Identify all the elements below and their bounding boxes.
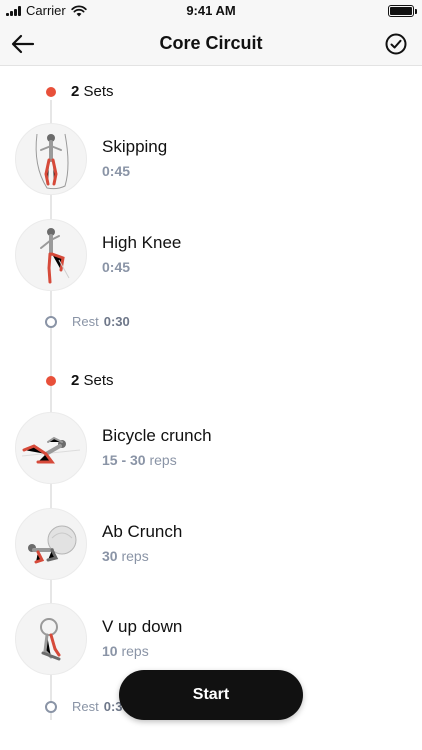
exercise-thumbnail xyxy=(15,412,87,484)
set-header: 2 Sets xyxy=(0,80,422,104)
set-header: 2 Sets xyxy=(0,369,422,393)
exercise-thumbnail xyxy=(15,508,87,580)
set-label: 2 Sets xyxy=(71,83,114,100)
rest-dot xyxy=(45,316,57,328)
exercise-name: High Knee xyxy=(102,233,182,252)
exercise-detail: 15 - 30 reps xyxy=(102,452,177,468)
page-title: Core Circuit xyxy=(159,33,263,53)
exercise-detail-unit: reps xyxy=(149,452,177,468)
v-up-figure-icon xyxy=(40,618,61,661)
exercise-thumbnail xyxy=(15,219,87,291)
exercise-detail-unit: reps xyxy=(121,643,149,659)
exercise-detail-value: 0:45 xyxy=(102,259,131,275)
rest-value: 0:30 xyxy=(103,314,130,329)
back-arrow-icon xyxy=(11,34,35,54)
exercise-detail: 30 reps xyxy=(102,548,149,564)
sets-count: 2 xyxy=(71,372,80,389)
exercise-thumbnail xyxy=(15,603,87,675)
exercise-row[interactable]: Bicycle crunch 15 - 30 reps xyxy=(0,412,422,486)
done-button[interactable] xyxy=(382,30,410,58)
exercise-name: Ab Crunch xyxy=(102,522,183,541)
skipping-figure-icon xyxy=(35,133,69,190)
exercise-detail-value: 0:45 xyxy=(102,163,131,179)
rest-row: Rest 0:30 xyxy=(0,311,422,333)
status-time: 9:41 AM xyxy=(186,3,236,18)
ab-crunch-figure-icon xyxy=(28,525,77,564)
rest-dot xyxy=(45,701,57,713)
exercise-detail-unit: reps xyxy=(121,548,149,564)
exercise-thumbnail xyxy=(15,123,87,195)
exercise-row[interactable]: Ab Crunch 30 reps xyxy=(0,508,422,582)
check-circle-icon xyxy=(385,33,407,55)
start-button[interactable]: Start xyxy=(119,670,303,720)
exercise-row[interactable]: High Knee 0:45 xyxy=(0,219,422,293)
back-button[interactable] xyxy=(8,29,38,59)
high-knee-figure-icon xyxy=(40,228,70,284)
status-bar: Carrier 9:41 AM xyxy=(0,0,422,22)
set-dot xyxy=(46,87,56,97)
sets-count: 2 xyxy=(71,83,80,100)
exercise-detail: 10 reps xyxy=(102,643,149,659)
exercise-name: Bicycle crunch xyxy=(102,426,212,445)
set-dot xyxy=(46,376,56,386)
rest-word: Rest xyxy=(72,314,99,329)
rest-word: Rest xyxy=(72,699,99,714)
exercise-name: Skipping xyxy=(102,137,168,156)
exercise-name: V up down xyxy=(102,617,183,636)
rest-label: Rest 0:30 xyxy=(72,314,130,329)
exercise-detail-value: 30 xyxy=(102,548,118,564)
exercise-detail-value: 10 xyxy=(102,643,118,659)
exercise-detail: 0:45 xyxy=(102,259,130,275)
exercise-detail-value: 15 - 30 xyxy=(102,452,146,468)
exercise-row[interactable]: V up down 10 reps xyxy=(0,603,422,677)
exercise-row[interactable]: Skipping 0:45 xyxy=(0,123,422,197)
sets-word: Sets xyxy=(83,372,114,389)
battery-icon xyxy=(388,5,417,17)
sets-word: Sets xyxy=(83,83,114,100)
nav-bar: Core Circuit xyxy=(0,22,422,66)
bicycle-crunch-figure-icon xyxy=(21,436,81,464)
set-label: 2 Sets xyxy=(71,372,114,389)
exercise-detail: 0:45 xyxy=(102,163,130,179)
